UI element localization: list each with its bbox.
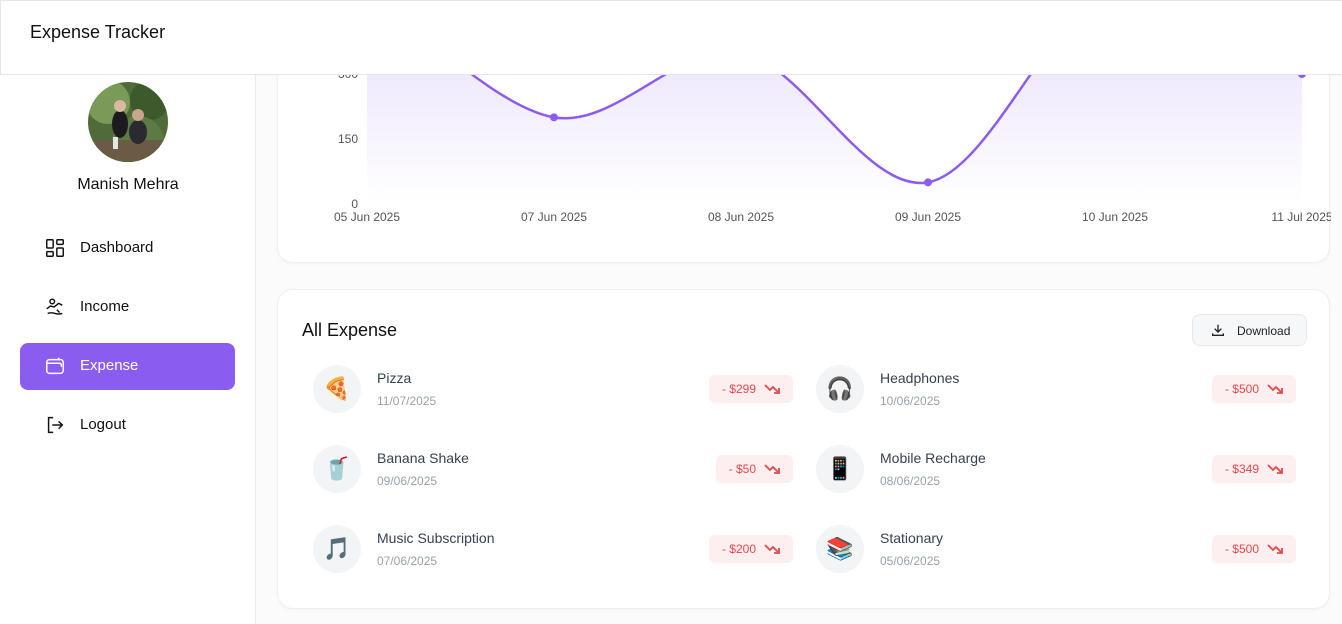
expense-item[interactable]: 📚 Stationary 05/06/2025 - $500 — [816, 525, 1296, 575]
expense-date: 10/06/2025 — [880, 394, 941, 408]
y-tick-label: 150 — [338, 132, 358, 146]
expense-name: Music Subscription — [377, 530, 495, 546]
x-tick-label: 08 Jun 2025 — [708, 210, 774, 224]
trend-down-icon — [1267, 464, 1283, 474]
trend-down-icon — [764, 384, 780, 394]
avatar — [88, 82, 168, 162]
expense-name: Headphones — [880, 370, 960, 386]
expense-amount: - $50 — [728, 462, 756, 476]
sidebar-item-expense[interactable]: Expense — [20, 343, 235, 390]
expense-amount: - $299 — [721, 382, 756, 396]
data-point[interactable] — [550, 113, 558, 122]
app-title: Expense Tracker — [30, 22, 166, 42]
music-note-icon: 🎵 — [313, 525, 361, 573]
expense-name: Pizza — [377, 370, 412, 386]
sidebar-item-label: Income — [80, 298, 130, 315]
top-bar: Expense Tracker — [0, 0, 1342, 75]
download-label: Download — [1237, 324, 1291, 338]
all-expense-card: All Expense Download 🍕 Pizza 11/07/2025 … — [277, 289, 1330, 609]
amount-badge: - $500 — [1211, 535, 1296, 563]
sidebar-item-label: Dashboard — [80, 239, 154, 256]
expense-name: Stationary — [880, 530, 944, 546]
trend-down-icon — [764, 464, 780, 474]
expense-item[interactable]: 🥤 Banana Shake 09/06/2025 - $50 — [313, 445, 793, 495]
wallet-icon — [46, 357, 64, 375]
expense-date: 11/07/2025 — [377, 394, 437, 408]
trend-down-icon — [764, 544, 780, 554]
download-button[interactable]: Download — [1192, 314, 1307, 346]
dashboard-icon — [46, 239, 64, 257]
expense-date: 08/06/2025 — [880, 474, 941, 488]
headphones-icon: 🎧 — [816, 365, 864, 413]
logout-icon — [47, 416, 64, 434]
books-icon: 📚 — [816, 525, 864, 573]
expense-amount: - $500 — [1224, 382, 1259, 396]
expense-item[interactable]: 🎧 Headphones 10/06/2025 - $500 — [816, 365, 1296, 415]
income-icon — [46, 298, 63, 315]
x-tick-label: 05 Jun 2025 — [334, 210, 400, 224]
amount-badge: - $50 — [715, 455, 793, 483]
trend-down-icon — [1267, 544, 1283, 554]
amount-badge: - $500 — [1211, 375, 1296, 403]
mobile-phone-icon: 📱 — [816, 445, 864, 493]
expense-name: Banana Shake — [377, 450, 469, 466]
expense-date: 07/06/2025 — [377, 554, 438, 568]
expense-amount: - $500 — [1224, 542, 1259, 556]
sidebar-item-logout[interactable]: Logout — [20, 402, 235, 449]
expense-amount: - $349 — [1224, 462, 1259, 476]
expense-item[interactable]: 📱 Mobile Recharge 08/06/2025 - $349 — [816, 445, 1296, 495]
sidebar: Manish Mehra Dashboard Income Expense Lo… — [0, 75, 256, 624]
x-tick-label: 11 Jul 2025 — [1271, 210, 1331, 224]
expense-item[interactable]: 🍕 Pizza 11/07/2025 - $299 — [313, 365, 793, 415]
x-tick-label: 10 Jun 2025 — [1082, 210, 1148, 224]
section-title: All Expense — [302, 320, 398, 340]
y-tick-label: 0 — [351, 197, 358, 211]
amount-badge: - $200 — [708, 535, 793, 563]
sidebar-item-dashboard[interactable]: Dashboard — [20, 225, 235, 272]
amount-badge: - $349 — [1211, 455, 1296, 483]
expense-date: 09/06/2025 — [377, 474, 438, 488]
pizza-icon: 🍕 — [313, 365, 361, 413]
amount-badge: - $299 — [708, 375, 793, 403]
drink-icon: 🥤 — [313, 445, 361, 493]
trend-down-icon — [1267, 384, 1283, 394]
x-tick-label: 09 Jun 2025 — [895, 210, 961, 224]
expense-date: 05/06/2025 — [880, 554, 941, 568]
expense-amount: - $200 — [721, 542, 756, 556]
user-name: Manish Mehra — [77, 176, 179, 193]
expense-item[interactable]: 🎵 Music Subscription 07/06/2025 - $200 — [313, 525, 793, 575]
data-point[interactable] — [924, 178, 932, 187]
download-icon — [1212, 324, 1224, 336]
sidebar-item-label: Logout — [80, 416, 126, 433]
x-tick-label: 07 Jun 2025 — [521, 210, 587, 224]
sidebar-item-label: Expense — [80, 357, 139, 374]
expense-name: Mobile Recharge — [880, 450, 986, 466]
sidebar-item-income[interactable]: Income — [20, 284, 235, 331]
